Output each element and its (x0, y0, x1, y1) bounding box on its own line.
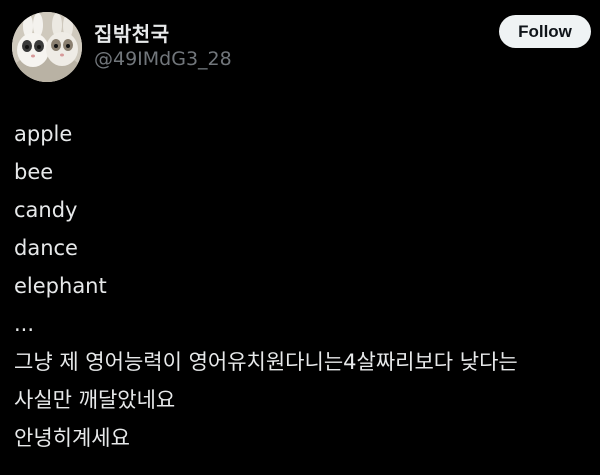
profile-avatar[interactable] (12, 12, 82, 82)
follow-button[interactable]: Follow (499, 15, 591, 48)
rabbit-avatar-icon (12, 12, 82, 82)
post-text-line: ... (14, 312, 35, 336)
post-text: apple bee candy dance elephant ... 그냥 제 … (14, 115, 594, 457)
display-name[interactable]: 집밖천국 (94, 18, 170, 47)
user-handle[interactable]: @49IMdG3_28 (94, 48, 232, 70)
post-text-line: 그냥 제 영어능력이 영어유치원다니는4살짜리보다 낮다는 (14, 350, 518, 374)
post-text-line: apple (14, 122, 73, 146)
post-text-line: elephant (14, 274, 107, 298)
post-text-line: 사실만 깨달았네요 (14, 388, 176, 412)
post-text-line: bee (14, 160, 54, 184)
post-text-line: candy (14, 198, 78, 222)
post-text-line: 안녕히계세요 (14, 426, 130, 450)
post-header: 집밖천국 @49IMdG3_28 Follow (0, 0, 600, 100)
post-text-line: dance (14, 236, 78, 260)
